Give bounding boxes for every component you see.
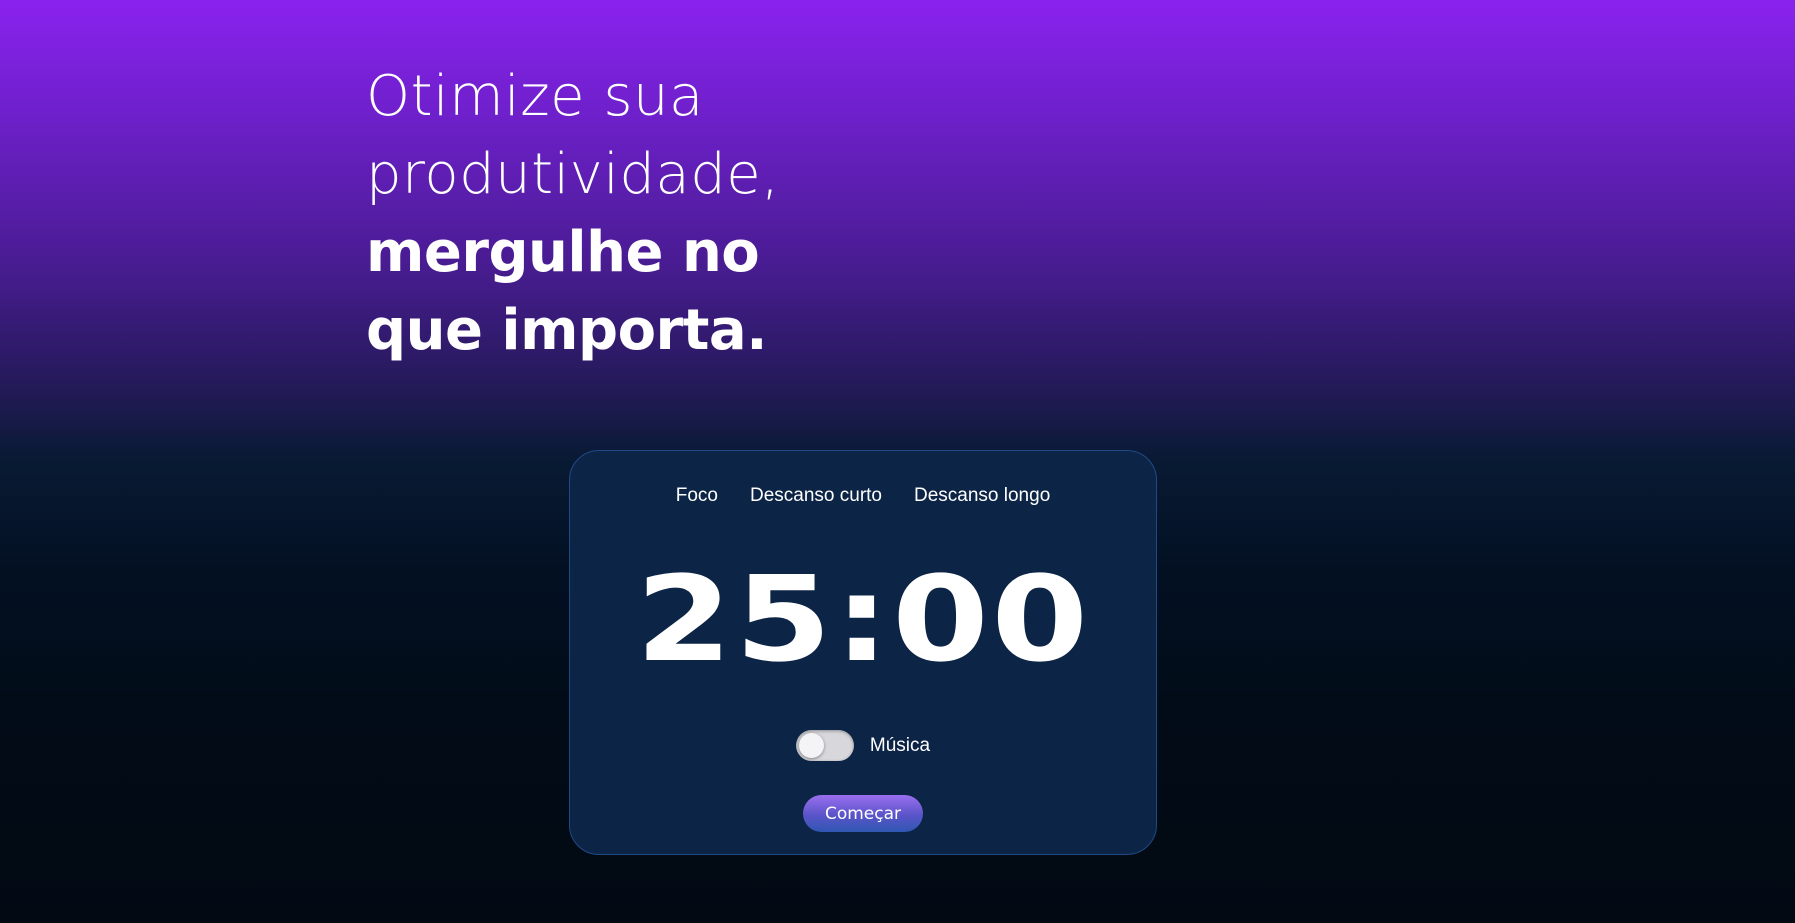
hero-line-2: produtividade, xyxy=(366,142,780,207)
music-toggle[interactable] xyxy=(795,730,854,761)
hero-line-4: que importa. xyxy=(366,298,767,363)
hero-heading: Otimize sua produtividade, mergulhe no q… xyxy=(366,58,966,370)
timer-card: Foco Descanso curto Descanso longo 25:00… xyxy=(569,450,1157,855)
tab-foco[interactable]: Foco xyxy=(676,485,718,507)
timer-mode-tabs: Foco Descanso curto Descanso longo xyxy=(570,485,1156,507)
start-button[interactable]: Começar xyxy=(803,795,923,832)
music-toggle-row: Música xyxy=(570,730,1156,761)
hero-line-1: Otimize sua xyxy=(366,64,704,129)
tab-descanso-curto[interactable]: Descanso curto xyxy=(750,485,882,507)
toggle-knob xyxy=(798,733,824,758)
tab-descanso-longo[interactable]: Descanso longo xyxy=(914,485,1050,507)
hero-line-3: mergulhe no xyxy=(366,220,760,285)
music-label: Música xyxy=(869,734,931,756)
timer-display: 25:00 xyxy=(635,550,1091,688)
